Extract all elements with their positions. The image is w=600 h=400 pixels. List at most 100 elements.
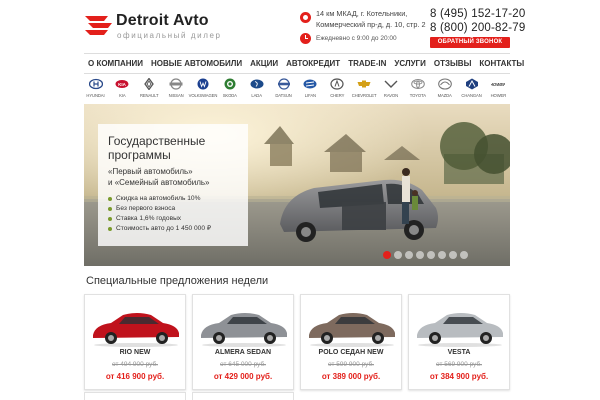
brand-lada[interactable]: LADA	[245, 78, 268, 104]
brand-label: CHANGAN	[461, 93, 482, 98]
car-image	[201, 313, 287, 347]
hower-logo-icon: HOWER	[491, 82, 505, 87]
brand-label: LIFAN	[304, 93, 316, 98]
address-line-1: 14 км МКАД, г. Котельники,	[316, 9, 408, 18]
slider-dot[interactable]	[427, 251, 435, 259]
brand-changan[interactable]: CHANGAN	[460, 78, 483, 104]
specials-cards: RIO NEW от 494 900 руб. от 416 900 руб. …	[84, 294, 510, 390]
hero-slider[interactable]: Государственные программы «Первый автомо…	[84, 104, 510, 266]
nav-item-car-loan[interactable]: АВТОКРЕДИТ	[282, 54, 344, 73]
mazda-logo-icon	[437, 78, 452, 90]
brand-mazda[interactable]: MAZDA	[433, 78, 456, 104]
kia-logo-icon: KIA	[115, 80, 129, 88]
offer-card[interactable]: RIO NEW от 494 900 руб. от 416 900 руб.	[84, 294, 186, 390]
brand-hower[interactable]: HOWER HOWER	[487, 78, 510, 104]
lada-logo-icon	[250, 79, 264, 89]
address-line-2: Коммерческий пр-д, д. 10, стр. 2	[316, 20, 426, 29]
car-model-name: POLO СЕДАН NEW	[318, 349, 384, 356]
slider-dot[interactable]	[394, 251, 402, 259]
brand-datsun[interactable]: DATSUN	[272, 78, 295, 104]
brand-label: RAVON	[383, 93, 398, 98]
old-price: от 494 900 руб.	[112, 361, 158, 368]
phone-number-2[interactable]: 8 (800) 200-82-79	[430, 22, 525, 34]
chery-logo-icon	[330, 78, 344, 90]
offer-card-partial[interactable]	[84, 392, 186, 400]
nav-item-contacts[interactable]: КОНТАКТЫ	[475, 54, 528, 73]
specials-heading: Специальные предложения недели	[86, 275, 269, 287]
slider-dot[interactable]	[383, 251, 391, 259]
volkswagen-logo-icon	[197, 78, 209, 90]
brand-bar: HYUNDAI KIA KIA RENAULT NISSAN VOLKSWAGE…	[84, 78, 510, 104]
new-price: от 416 900 руб.	[105, 372, 165, 381]
hero-subtitle: «Первый автомобиль» и «Семейный автомоби…	[108, 166, 209, 188]
dealer-address: 14 км МКАД, г. Котельники, Коммерческий …	[316, 8, 426, 30]
hero-subtitle-line-2: и «Семейный автомобиль»	[108, 178, 210, 187]
phone-number-1[interactable]: 8 (495) 152-17-20	[430, 8, 525, 20]
slider-dot[interactable]	[405, 251, 413, 259]
ravon-logo-icon	[384, 80, 398, 88]
new-price: от 389 000 руб.	[321, 372, 381, 381]
benefit-item: Без первого взноса	[108, 204, 211, 214]
skoda-logo-icon	[224, 78, 236, 90]
brand-kia[interactable]: KIA KIA	[111, 78, 134, 104]
nav-item-new-cars[interactable]: НОВЫЕ АВТОМОБИЛИ	[147, 54, 246, 73]
hero-title-line-1: Государственные	[108, 134, 206, 148]
logo-subtitle: официальный дилер	[117, 31, 222, 40]
logo[interactable]: Detroit Avto официальный дилер	[84, 10, 234, 44]
slider-dot[interactable]	[449, 251, 457, 259]
old-price: от 645 000 руб.	[220, 361, 266, 368]
working-hours: Ежедневно с 9:00 до 20:00	[316, 35, 397, 42]
nav-item-promotions[interactable]: АКЦИИ	[246, 54, 282, 73]
nav-item-reviews[interactable]: ОТЗЫВЫ	[430, 54, 476, 73]
slider-pagination	[383, 251, 468, 259]
slider-dot[interactable]	[460, 251, 468, 259]
old-price: от 599 900 руб.	[328, 361, 374, 368]
car-image	[417, 313, 503, 347]
toyota-logo-icon	[411, 79, 425, 89]
location-pin-icon	[300, 12, 311, 23]
car-image	[93, 313, 179, 347]
hero-benefits-list: Скидка на автомобиль 10% Без первого взн…	[108, 194, 211, 234]
brand-volkswagen[interactable]: VOLKSWAGEN	[189, 78, 217, 104]
slider-dot[interactable]	[438, 251, 446, 259]
brand-skoda[interactable]: SKODA	[218, 78, 241, 104]
offer-card[interactable]: ALMERA SEDAN от 645 000 руб. от 429 000 …	[192, 294, 294, 390]
brand-lifan[interactable]: LIFAN	[299, 78, 322, 104]
brand-chery[interactable]: CHERY	[326, 78, 349, 104]
brand-renault[interactable]: RENAULT	[138, 78, 161, 104]
new-price: от 384 900 руб.	[429, 372, 489, 381]
brand-label: HYUNDAI	[86, 93, 105, 98]
brand-ravon[interactable]: RAVON	[379, 78, 402, 104]
callback-button[interactable]: ОБРАТНЫЙ ЗВОНОК	[430, 37, 510, 48]
benefit-item: Ставка 1,6% годовых	[108, 214, 211, 224]
offer-card[interactable]: VESTA от 569 900 руб. от 384 900 руб.	[408, 294, 510, 390]
car-model-name: VESTA	[447, 349, 471, 356]
offer-card-partial[interactable]	[192, 392, 294, 400]
slider-dot[interactable]	[416, 251, 424, 259]
brand-hyundai[interactable]: HYUNDAI	[84, 78, 107, 104]
brand-label: DATSUN	[275, 93, 292, 98]
brand-label: MAZDA	[437, 93, 452, 98]
logo-mark-icon	[85, 16, 112, 35]
svg-text:KIA: KIA	[118, 82, 127, 87]
hyundai-logo-icon	[88, 78, 103, 90]
clock-icon	[300, 33, 311, 44]
hero-title: Государственные программы	[108, 134, 205, 162]
logo-title: Detroit Avto	[116, 12, 209, 29]
brand-label: CHEVROLET	[351, 93, 377, 98]
chevrolet-logo-icon	[357, 80, 371, 88]
hero-title-line-2: программы	[108, 148, 171, 162]
old-price: от 569 900 руб.	[436, 361, 482, 368]
nissan-logo-icon	[169, 78, 183, 90]
brand-label: SKODA	[222, 93, 237, 98]
brand-label: CHERY	[330, 93, 345, 98]
brand-chevrolet[interactable]: CHEVROLET	[351, 78, 377, 104]
nav-item-trade-in[interactable]: TRADE-IN	[344, 54, 390, 73]
offer-card[interactable]: POLO СЕДАН NEW от 599 900 руб. от 389 00…	[300, 294, 402, 390]
site-header: Detroit Avto официальный дилер 14 км МКА…	[0, 0, 600, 52]
nav-item-services[interactable]: УСЛУГИ	[390, 54, 429, 73]
brand-nissan[interactable]: NISSAN	[165, 78, 188, 104]
nav-item-about[interactable]: О КОМПАНИИ	[84, 54, 147, 73]
brand-toyota[interactable]: TOYOTA	[406, 78, 429, 104]
hero-info-panel: Государственные программы «Первый автомо…	[98, 124, 248, 246]
